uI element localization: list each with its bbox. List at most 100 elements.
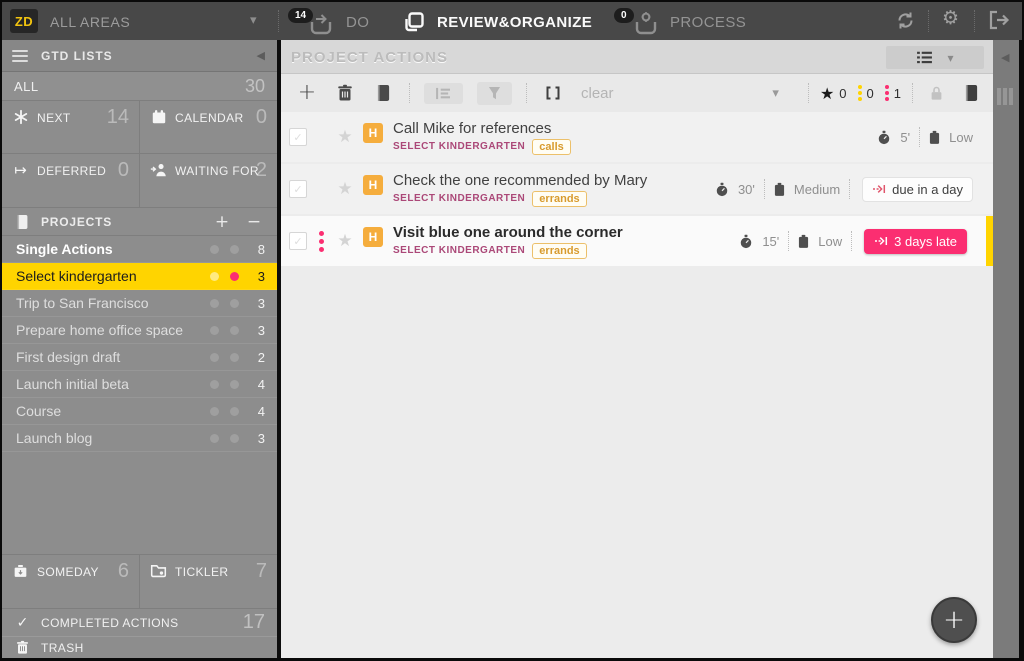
task-checkbox[interactable]: ✓ <box>289 128 307 146</box>
task-tag[interactable]: errands <box>532 190 587 207</box>
task-project-label[interactable]: SELECT KINDERGARTEN <box>393 245 525 256</box>
task-row-check-recommended[interactable]: ✓ ★ H Check the one recommended by Mary … <box>281 164 993 214</box>
project-row-initial-beta[interactable]: Launch initial beta 4 <box>2 371 277 398</box>
add-task-fab[interactable]: + <box>931 597 977 643</box>
yellow-dots-counter[interactable]: 0 <box>857 85 874 101</box>
sidebar-item-waiting-for[interactable]: WAITING FOR 2 <box>140 154 277 207</box>
star-toggle-icon[interactable]: ★ <box>335 127 355 147</box>
trash-icon <box>14 640 31 655</box>
timer-icon <box>739 234 753 249</box>
process-count-badge: 0 <box>614 8 634 23</box>
notebook-icon[interactable] <box>959 81 983 105</box>
hamburger-icon[interactable] <box>12 49 28 62</box>
timer-icon <box>715 182 729 197</box>
task-checkbox[interactable]: ✓ <box>289 232 307 250</box>
panel-collapse-icon[interactable]: ◀ <box>1001 51 1009 64</box>
yellow-counter-dot <box>210 406 219 416</box>
toolbar-right: ▾ ★ 0 0 1 <box>772 74 983 112</box>
task-row-visit-blue-one[interactable]: ✓ ★ H Visit blue one around the corner S… <box>281 216 993 266</box>
due-badge[interactable]: due in a day <box>862 176 973 202</box>
project-row-launch-blog[interactable]: Launch blog 3 <box>2 425 277 452</box>
delete-action-button[interactable] <box>333 81 357 105</box>
sidebar-item-tickler[interactable]: TICKLER 7 <box>140 555 277 608</box>
main-header: PROJECT ACTIONS ▾ <box>281 40 993 74</box>
right-panel-strip[interactable]: ◀ <box>993 40 1019 658</box>
sidebar-item-someday[interactable]: SOMEDAY 6 <box>2 555 140 608</box>
filter-chevron-icon[interactable]: ▾ <box>772 86 779 101</box>
sidebar-item-deferred[interactable]: ↦ DEFERRED 0 <box>2 154 140 207</box>
sidebar-item-all[interactable]: ALL 30 <box>2 72 277 101</box>
yellow-counter-dot <box>210 325 219 335</box>
sidebar-item-calendar[interactable]: CALENDAR 0 <box>140 101 277 154</box>
move-to-project-button[interactable] <box>371 81 395 105</box>
logout-icon[interactable] <box>988 10 1010 30</box>
task-row-call-mike[interactable]: ✓ ★ H Call Mike for references SELECT KI… <box>281 112 993 162</box>
yellow-counter-dot <box>210 244 219 254</box>
task-title[interactable]: Visit blue one around the corner <box>393 224 739 241</box>
project-row-single-actions[interactable]: Single Actions 8 <box>2 236 277 263</box>
task-tag[interactable]: errands <box>532 242 587 259</box>
star-toggle-icon[interactable]: ★ <box>335 231 355 251</box>
priority-badge[interactable]: H <box>363 175 383 195</box>
add-project-button[interactable]: + <box>211 212 233 232</box>
divider <box>788 231 790 251</box>
project-row-home-office[interactable]: Prepare home office space 3 <box>2 317 277 344</box>
remove-project-button[interactable]: − <box>243 212 265 232</box>
top-bar: ZD ALL AREAS ▾ 14 DO REVIEW&ORGANIZE 0 P… <box>2 2 1022 40</box>
priority-badge[interactable]: H <box>363 227 383 247</box>
task-tag[interactable]: calls <box>532 138 571 155</box>
view-mode-button[interactable]: ▾ <box>886 46 984 69</box>
pink-dots-icon <box>884 85 889 101</box>
pink-counter-dot <box>230 271 239 281</box>
star-toggle-icon[interactable]: ★ <box>335 179 355 199</box>
chevron-down-icon: ▾ <box>947 50 954 65</box>
starred-counter[interactable]: ★ 0 <box>820 84 847 103</box>
calendar-label: CALENDAR <box>175 111 244 125</box>
task-title[interactable]: Call Mike for references <box>393 120 877 137</box>
lock-icon[interactable] <box>924 81 948 105</box>
tab-do[interactable]: 14 DO <box>288 6 393 38</box>
tab-review-organize[interactable]: REVIEW&ORGANIZE <box>402 11 592 34</box>
priority-badge[interactable]: H <box>363 123 383 143</box>
area-selector[interactable]: ALL AREAS <box>50 14 130 30</box>
someday-box-icon <box>12 563 29 579</box>
task-project-label[interactable]: SELECT KINDERGARTEN <box>393 193 525 204</box>
chevron-down-icon[interactable]: ▾ <box>250 13 257 28</box>
task-checkbox[interactable]: ✓ <box>289 180 307 198</box>
completed-label: COMPLETED ACTIONS <box>41 615 179 630</box>
clear-filters-label[interactable]: clear <box>581 85 614 102</box>
task-project-label[interactable]: SELECT KINDERGARTEN <box>393 141 525 152</box>
task-title[interactable]: Check the one recommended by Mary <box>393 172 715 189</box>
sync-icon[interactable] <box>895 10 916 31</box>
project-list: Single Actions 8 Select kindergarten 3 T… <box>2 236 277 452</box>
sidebar-collapse-icon[interactable]: ◀ <box>257 49 265 62</box>
pink-counter-dot <box>230 298 239 308</box>
sidebar-item-completed-actions[interactable]: ✓ COMPLETED ACTIONS 17 <box>2 608 277 636</box>
gtd-lists-title: GTD LISTS <box>41 48 113 63</box>
pink-counter-dot <box>230 325 239 335</box>
pink-counter-dot <box>230 352 239 362</box>
sidebar-item-next[interactable]: NEXT 14 <box>2 101 140 154</box>
outline-button-disabled[interactable] <box>424 82 463 104</box>
add-action-button[interactable]: + <box>295 81 319 105</box>
pink-dots-counter[interactable]: 1 <box>884 85 901 101</box>
task-list: ✓ ★ H Call Mike for references SELECT KI… <box>281 112 993 268</box>
panel-drag-handle[interactable] <box>997 88 1013 105</box>
settings-gear-icon[interactable]: ⚙ <box>942 8 959 28</box>
pink-counter-dot <box>230 433 239 443</box>
yellow-dots-icon <box>857 85 862 101</box>
tickler-label: TICKLER <box>175 565 229 579</box>
pink-counter-dot <box>230 244 239 254</box>
project-row-course[interactable]: Course 4 <box>2 398 277 425</box>
deferred-label: DEFERRED <box>37 164 107 178</box>
selection-brackets-icon[interactable] <box>541 81 565 105</box>
project-row-design-draft[interactable]: First design draft 2 <box>2 344 277 371</box>
project-row-select-kindergarten[interactable]: Select kindergarten 3 <box>2 263 277 290</box>
filter-button-disabled[interactable] <box>477 81 512 105</box>
sidebar-item-trash[interactable]: TRASH <box>2 636 277 658</box>
drag-handle-icon[interactable] <box>318 230 324 252</box>
workspace-badge[interactable]: ZD <box>10 9 38 33</box>
tab-process[interactable]: 0 PROCESS <box>614 6 746 38</box>
overdue-badge[interactable]: 3 days late <box>864 228 967 254</box>
project-row-trip[interactable]: Trip to San Francisco 3 <box>2 290 277 317</box>
